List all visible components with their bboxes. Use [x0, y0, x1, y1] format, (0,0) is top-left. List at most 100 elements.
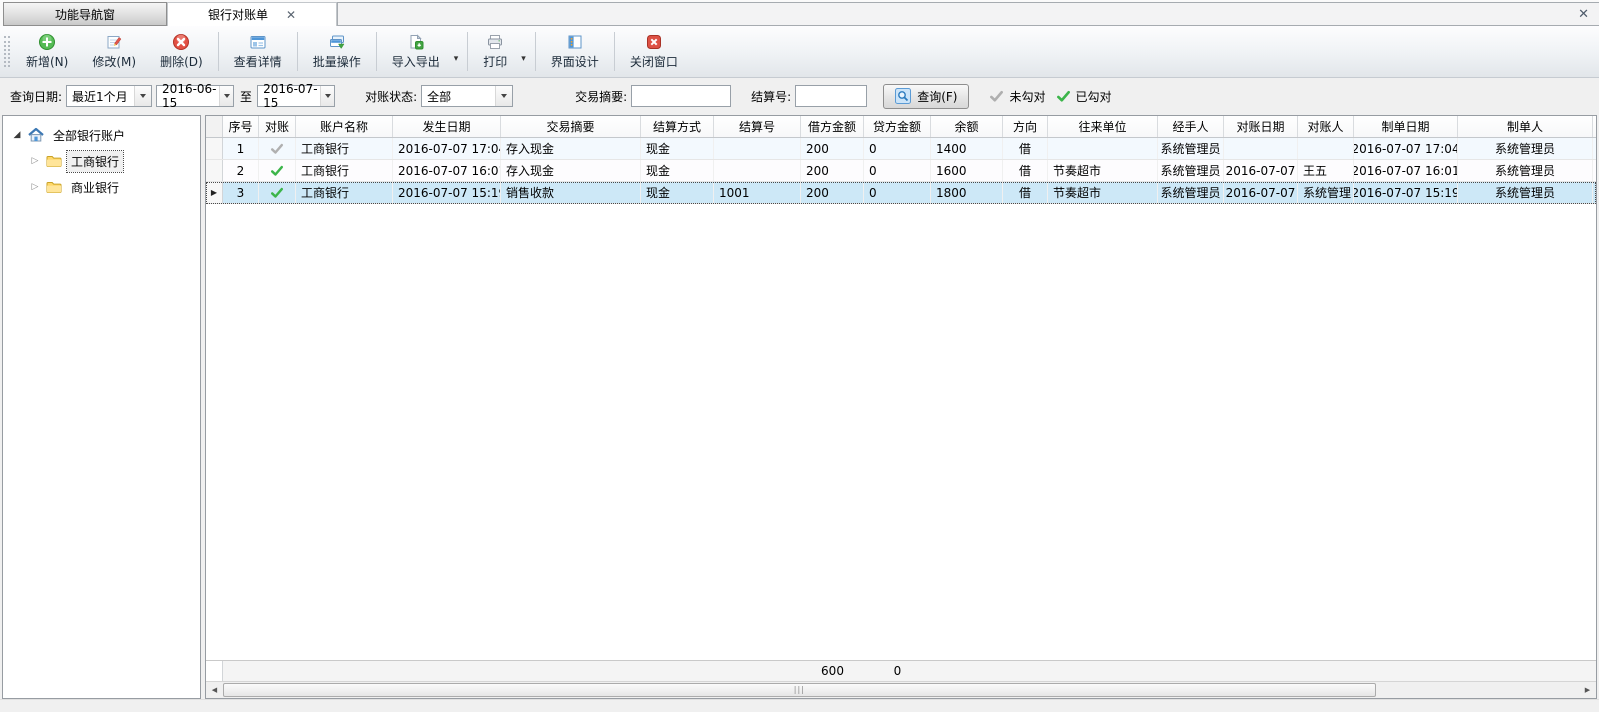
tree-item-icbc[interactable]: ▷ 工商银行 — [3, 148, 200, 174]
table-row[interactable]: ▶3工商银行2016-07-07 15:19销售收款现金100120001800… — [206, 182, 1596, 204]
cell-summary: 销售收款 — [501, 182, 641, 203]
date-range-preset-value: 最近1个月 — [72, 88, 128, 105]
cell-method: 现金 — [641, 160, 714, 181]
toolbar-separator — [614, 32, 615, 71]
batch-icon — [328, 33, 346, 51]
col-balance[interactable]: 余额 — [931, 116, 1003, 137]
table-row[interactable]: 2工商银行2016-07-07 16:01存入现金现金20001600借节奏超市… — [206, 160, 1596, 182]
cell-date: 2016-07-07 17:04 — [393, 138, 501, 159]
scroll-left-icon[interactable]: ◀ — [206, 682, 223, 698]
tab-label: 功能导航窗 — [55, 6, 115, 23]
col-check[interactable]: 对账 — [259, 116, 296, 137]
cell-summary: 存入现金 — [501, 160, 641, 181]
legend-unchecked: 未勾对 — [989, 88, 1045, 105]
tree-expanded-icon[interactable]: ◢ — [11, 130, 23, 140]
batch-operations-button[interactable]: 批量操作 — [301, 28, 373, 75]
checked-icon[interactable] — [270, 186, 284, 200]
col-date[interactable]: 发生日期 — [393, 116, 501, 137]
table-row[interactable]: 1工商银行2016-07-07 17:04存入现金现金20001400借系统管理… — [206, 138, 1596, 160]
view-details-button[interactable]: 查看详情 — [222, 28, 294, 75]
ui-design-icon — [566, 33, 584, 51]
print-button[interactable]: 打印 — [471, 31, 519, 72]
to-label: 至 — [240, 88, 252, 105]
settle-no-filter-input[interactable] — [795, 85, 867, 107]
cell-check — [259, 138, 296, 159]
scrollbar-thumb[interactable]: ||| — [223, 683, 1376, 697]
toolbar-separator — [467, 32, 468, 71]
cell-recon_person: 系统管理 — [1298, 182, 1354, 203]
window-close-icon[interactable]: ✕ — [1578, 8, 1589, 21]
chevron-down-icon[interactable]: ▾ — [454, 54, 459, 64]
grid-header: 序号对账账户名称发生日期交易摘要结算方式结算号借方金额贷方金额余额方向往来单位经… — [206, 116, 1596, 138]
chevron-down-icon[interactable] — [495, 86, 512, 106]
ui-design-button[interactable]: 界面设计 — [539, 28, 611, 75]
tab-function-nav[interactable]: 功能导航窗 — [3, 2, 167, 26]
row-indicator: ▶ — [206, 182, 223, 203]
add-button[interactable]: 新增(N) — [14, 28, 80, 75]
horizontal-scrollbar[interactable]: ◀ ||| ▶ — [206, 681, 1596, 698]
edit-button[interactable]: 修改(M) — [80, 28, 148, 75]
chevron-down-icon[interactable]: ▾ — [521, 54, 526, 64]
chevron-down-icon[interactable] — [320, 86, 334, 106]
col-counterparty[interactable]: 往来单位 — [1048, 116, 1158, 137]
footer-cell-settle_no — [714, 661, 801, 681]
tree-collapsed-icon[interactable]: ▷ — [29, 182, 41, 192]
col-credit[interactable]: 贷方金额 — [864, 116, 931, 137]
delete-button[interactable]: 删除(D) — [148, 28, 215, 75]
close-window-button[interactable]: 关闭窗口 — [618, 28, 690, 75]
cell-seq: 3 — [223, 182, 259, 203]
cell-seq: 2 — [223, 160, 259, 181]
tree-root-all-accounts[interactable]: ◢ 全部银行账户 — [3, 122, 200, 148]
search-button[interactable]: 查询(F) — [883, 84, 969, 109]
footer-cell-method — [641, 661, 714, 681]
tree-item-commercial-bank[interactable]: ▷ 商业银行 — [3, 174, 200, 200]
cell-counterparty: 节奏超市 — [1048, 182, 1158, 203]
col-recon_date[interactable]: 对账日期 — [1224, 116, 1298, 137]
cell-balance: 1600 — [931, 160, 1003, 181]
checked-icon — [1056, 89, 1071, 104]
row-indicator — [206, 160, 223, 181]
scroll-right-icon[interactable]: ▶ — [1579, 682, 1596, 698]
chevron-down-icon[interactable] — [219, 86, 233, 106]
checked-icon[interactable] — [270, 164, 284, 178]
status-bar — [0, 699, 1599, 712]
col-debit[interactable]: 借方金额 — [801, 116, 864, 137]
chevron-down-icon[interactable] — [134, 86, 151, 106]
date-to-select[interactable]: 2016-07-15 — [257, 85, 335, 107]
date-range-preset-select[interactable]: 最近1个月 — [66, 85, 152, 107]
import-export-button[interactable]: 导入导出 — [380, 31, 452, 72]
col-method[interactable]: 结算方式 — [641, 116, 714, 137]
summary-filter-input[interactable] — [631, 85, 731, 107]
tab-bank-statement[interactable]: 银行对账单 ✕ — [167, 2, 337, 26]
button-label: 关闭窗口 — [630, 53, 678, 70]
button-label: 批量操作 — [313, 53, 361, 70]
col-doc_date[interactable]: 制单日期 — [1354, 116, 1458, 137]
grid-footer: 6000 — [206, 660, 1596, 681]
cell-doc_date: 2016-07-07 15:19 — [1354, 182, 1458, 203]
header-indicator-cell — [206, 116, 223, 137]
cell-handler: 系统管理员 — [1158, 138, 1224, 159]
button-label: 界面设计 — [551, 53, 599, 70]
app-window: 功能导航窗 银行对账单 ✕ ✕ 新增(N) — [0, 0, 1599, 712]
col-account[interactable]: 账户名称 — [296, 116, 393, 137]
tab-close-icon[interactable]: ✕ — [286, 9, 296, 21]
footer-cell-doc_date — [1354, 661, 1458, 681]
col-direction[interactable]: 方向 — [1003, 116, 1048, 137]
folder-icon — [45, 178, 63, 196]
edit-icon — [105, 33, 123, 51]
col-seq[interactable]: 序号 — [223, 116, 259, 137]
col-handler[interactable]: 经手人 — [1158, 116, 1224, 137]
toolbar: 新增(N) 修改(M) 删除(D) — [0, 26, 1599, 78]
tree-collapsed-icon[interactable]: ▷ — [29, 156, 41, 166]
scrollbar-track[interactable]: ||| — [223, 682, 1579, 698]
col-doc_person[interactable]: 制单人 — [1458, 116, 1593, 137]
col-recon_person[interactable]: 对账人 — [1298, 116, 1354, 137]
unchecked-icon[interactable] — [270, 142, 284, 156]
grid-body: 1工商银行2016-07-07 17:04存入现金现金20001400借系统管理… — [206, 138, 1596, 660]
cell-balance: 1800 — [931, 182, 1003, 203]
recon-status-select[interactable]: 全部 — [421, 85, 513, 107]
footer-cell-balance — [931, 661, 1003, 681]
date-from-select[interactable]: 2016-06-15 — [156, 85, 234, 107]
col-summary[interactable]: 交易摘要 — [501, 116, 641, 137]
col-settle_no[interactable]: 结算号 — [714, 116, 801, 137]
